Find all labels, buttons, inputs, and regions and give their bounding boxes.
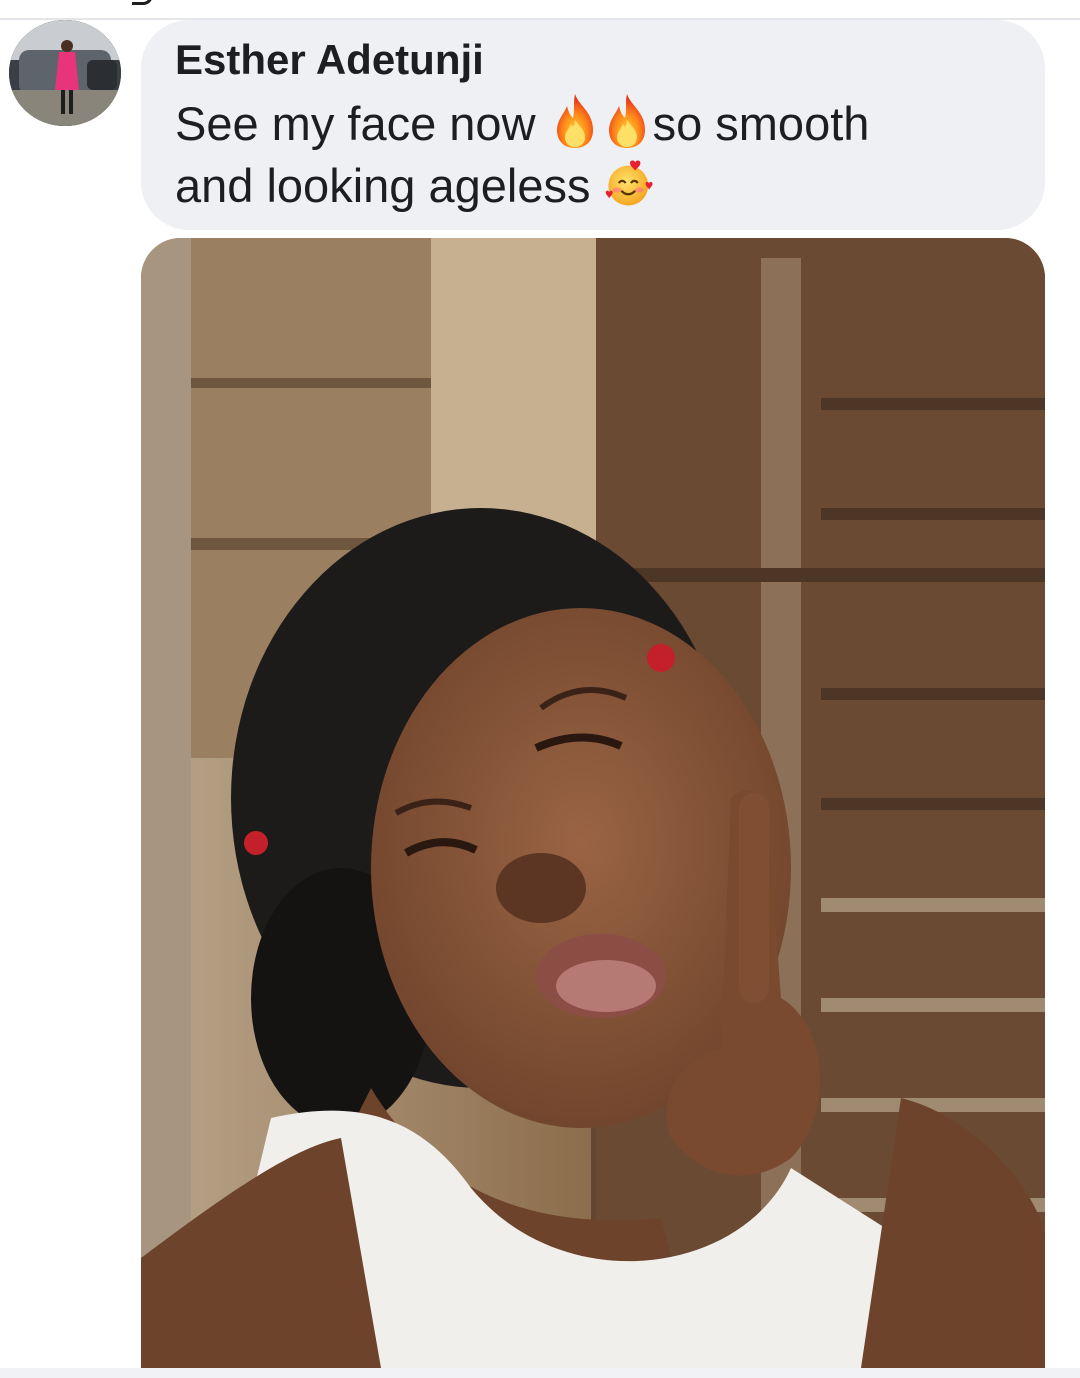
comment-line-1: See my face now so smooth	[175, 92, 1015, 154]
fire-icon	[601, 92, 653, 150]
avatar[interactable]	[9, 20, 121, 126]
comment-view: Esther Adetunji See my face now so smoot…	[0, 0, 1080, 1378]
avatar-image	[9, 20, 121, 126]
comment-line-2: and looking ageless	[175, 154, 1015, 216]
previous-comment-fragment	[132, 0, 153, 5]
comment-text-part-2: so smooth	[652, 97, 870, 150]
fire-icon	[549, 92, 601, 150]
comment-text: See my face now so smooth and looking ag…	[175, 92, 1015, 216]
bottom-divider	[0, 1368, 1080, 1378]
smiling-face-with-hearts-icon	[604, 154, 656, 212]
attached-photo[interactable]	[141, 238, 1045, 1368]
comment-text-part-1: See my face now	[175, 97, 536, 150]
comment-text-part-3: and looking ageless	[175, 159, 591, 212]
author-name[interactable]: Esther Adetunji	[175, 36, 484, 84]
photo-image	[141, 238, 1045, 1368]
